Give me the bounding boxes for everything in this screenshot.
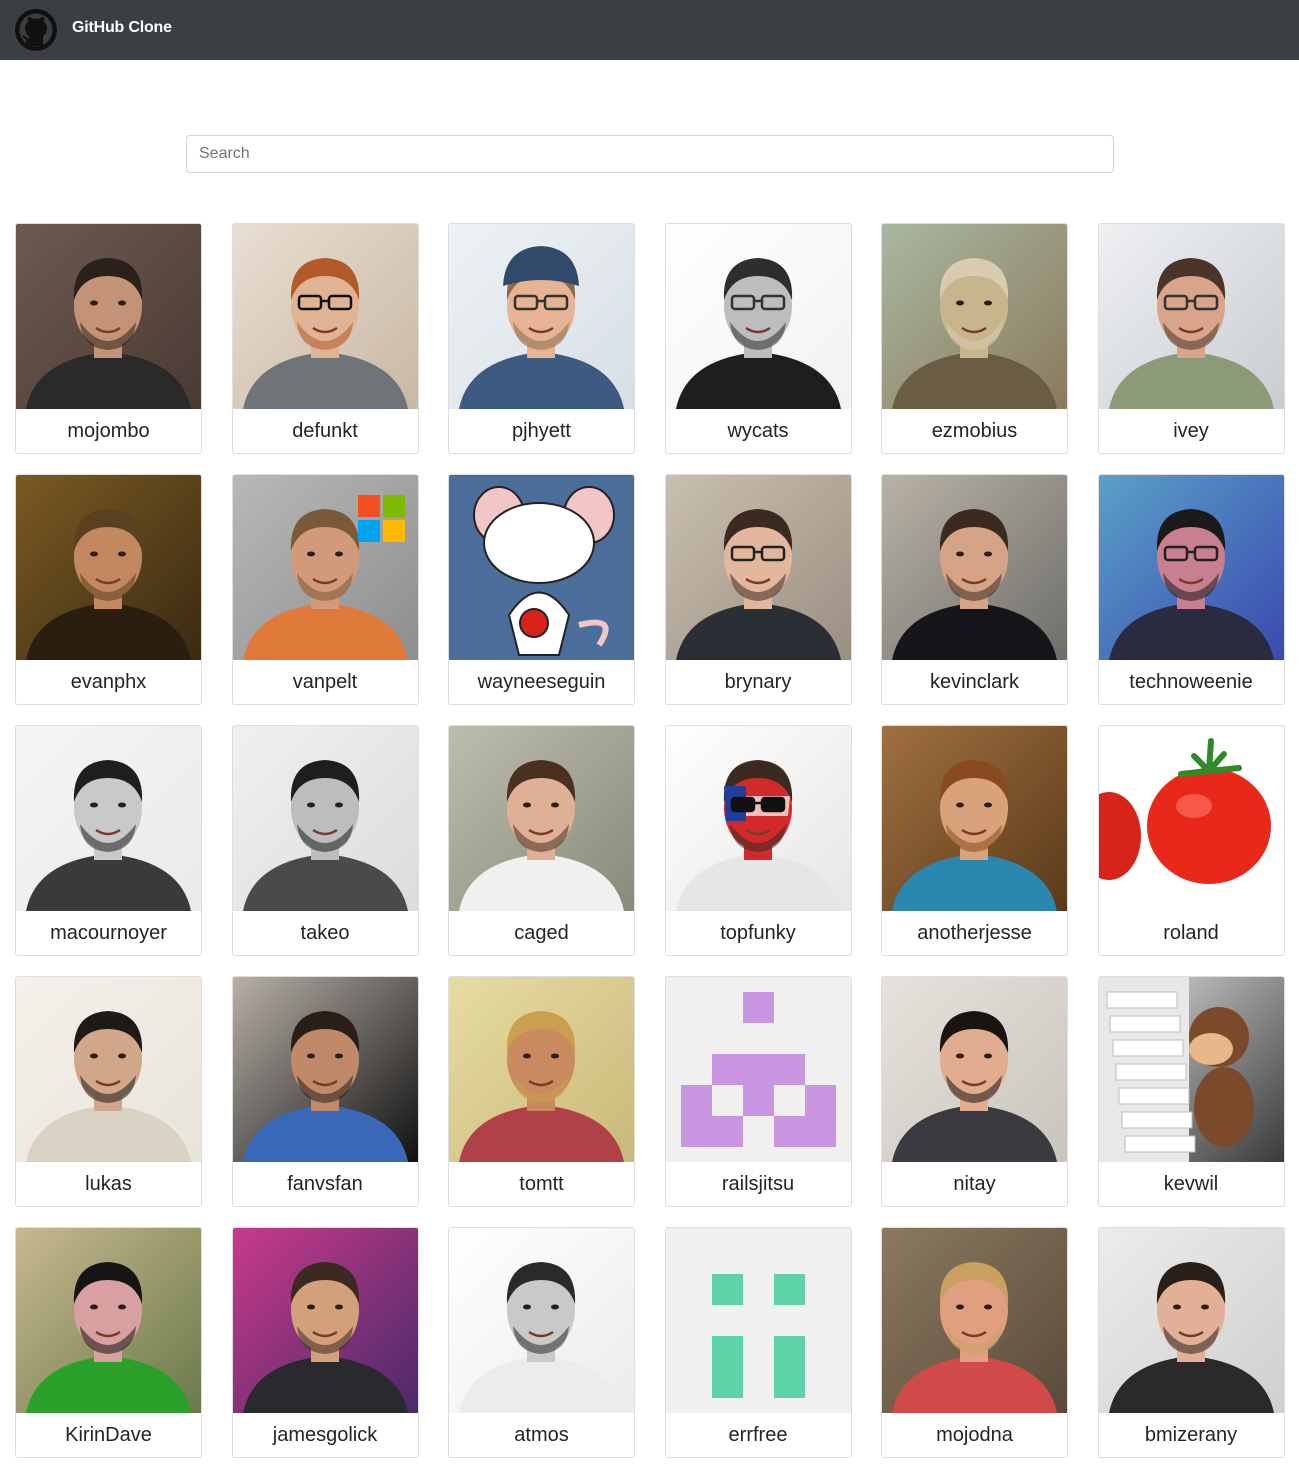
user-card[interactable]: railsjitsu <box>664 976 852 1207</box>
user-avatar[interactable] <box>665 224 851 409</box>
user-card[interactable]: jamesgolick <box>231 1227 419 1458</box>
user-avatar[interactable] <box>232 475 418 660</box>
user-card[interactable]: nitay <box>881 976 1068 1207</box>
user-login[interactable]: tomtt <box>449 1162 634 1206</box>
user-avatar[interactable] <box>882 726 1067 911</box>
user-avatar[interactable] <box>882 475 1067 660</box>
user-avatar[interactable] <box>665 475 851 660</box>
user-card[interactable]: kevinclark <box>881 474 1068 705</box>
user-card[interactable]: defunkt <box>231 223 419 454</box>
user-card[interactable]: vanpelt <box>231 474 419 705</box>
user-avatar[interactable] <box>449 475 634 660</box>
user-card[interactable]: evanphx <box>15 474 202 705</box>
user-avatar[interactable] <box>1098 224 1284 409</box>
user-avatar[interactable] <box>232 1228 418 1413</box>
user-avatar[interactable] <box>232 977 418 1162</box>
user-card[interactable]: tomtt <box>448 976 635 1207</box>
user-avatar[interactable] <box>882 224 1067 409</box>
user-login[interactable]: mojombo <box>16 409 201 453</box>
user-login[interactable]: wycats <box>666 409 851 453</box>
user-avatar[interactable] <box>16 224 201 409</box>
user-login[interactable]: ivey <box>1099 409 1284 453</box>
user-card[interactable]: KirinDave <box>15 1227 202 1458</box>
user-card[interactable]: brynary <box>664 474 852 705</box>
user-login[interactable]: lukas <box>16 1162 201 1206</box>
user-login[interactable]: anotherjesse <box>882 911 1067 955</box>
user-avatar[interactable] <box>449 224 634 409</box>
user-login[interactable]: evanphx <box>16 660 201 704</box>
user-login[interactable]: topfunky <box>666 911 851 955</box>
user-card[interactable]: technoweenie <box>1097 474 1285 705</box>
user-login[interactable]: kevinclark <box>882 660 1067 704</box>
user-avatar[interactable] <box>882 977 1067 1162</box>
user-login[interactable]: caged <box>449 911 634 955</box>
user-card[interactable]: atmos <box>448 1227 635 1458</box>
search-input[interactable] <box>186 135 1114 173</box>
user-card[interactable]: pjhyett <box>448 223 635 454</box>
user-login[interactable]: fanvsfan <box>233 1162 418 1206</box>
user-avatar[interactable] <box>665 977 851 1162</box>
user-card[interactable]: macournoyer <box>15 725 202 956</box>
user-login[interactable]: mojodna <box>882 1413 1067 1457</box>
user-login[interactable]: macournoyer <box>16 911 201 955</box>
user-card[interactable]: ezmobius <box>881 223 1068 454</box>
user-avatar[interactable] <box>1098 726 1284 911</box>
user-login[interactable]: pjhyett <box>449 409 634 453</box>
user-avatar[interactable] <box>1098 475 1284 660</box>
user-card[interactable]: bmizerany <box>1097 1227 1285 1458</box>
user-card[interactable]: fanvsfan <box>231 976 419 1207</box>
user-card[interactable]: wycats <box>664 223 852 454</box>
user-card[interactable]: kevwil <box>1097 976 1285 1207</box>
user-avatar[interactable] <box>232 224 418 409</box>
github-octocat-icon[interactable] <box>15 9 57 51</box>
user-login[interactable]: wayneeseguin <box>449 660 634 704</box>
user-login[interactable]: roland <box>1099 911 1284 955</box>
user-login[interactable]: nitay <box>882 1162 1067 1206</box>
user-card[interactable]: takeo <box>231 725 419 956</box>
user-card[interactable]: anotherjesse <box>881 725 1068 956</box>
user-login[interactable]: ezmobius <box>882 409 1067 453</box>
user-login[interactable]: railsjitsu <box>666 1162 851 1206</box>
user-login[interactable]: defunkt <box>233 409 418 453</box>
user-avatar[interactable] <box>16 475 201 660</box>
user-avatar[interactable] <box>449 1228 634 1413</box>
user-login[interactable]: vanpelt <box>233 660 418 704</box>
user-login[interactable]: atmos <box>449 1413 634 1457</box>
user-login[interactable]: bmizerany <box>1099 1413 1284 1457</box>
user-card[interactable]: ivey <box>1097 223 1285 454</box>
user-login[interactable]: technoweenie <box>1099 660 1284 704</box>
user-card[interactable]: mojodna <box>881 1227 1068 1458</box>
user-login[interactable]: brynary <box>666 660 851 704</box>
user-avatar[interactable] <box>1098 1228 1284 1413</box>
user-login[interactable]: KirinDave <box>16 1413 201 1457</box>
user-avatar[interactable] <box>16 1228 201 1413</box>
top-navbar: GitHub Clone <box>0 0 1299 60</box>
user-card[interactable]: errfree <box>664 1227 852 1458</box>
user-avatar[interactable] <box>449 726 634 911</box>
user-card[interactable]: lukas <box>15 976 202 1207</box>
user-login[interactable]: takeo <box>233 911 418 955</box>
user-avatar[interactable] <box>665 1228 851 1413</box>
user-card[interactable]: mojombo <box>15 223 202 454</box>
user-avatar[interactable] <box>882 1228 1067 1413</box>
user-card[interactable]: topfunky <box>664 725 852 956</box>
user-card[interactable]: wayneeseguin <box>448 474 635 705</box>
user-card[interactable]: caged <box>448 725 635 956</box>
user-login[interactable]: errfree <box>666 1413 851 1457</box>
user-avatar[interactable] <box>16 977 201 1162</box>
app-brand[interactable]: GitHub Clone <box>72 19 172 37</box>
user-login[interactable]: jamesgolick <box>233 1413 418 1457</box>
user-avatar[interactable] <box>232 726 418 911</box>
user-avatar[interactable] <box>449 977 634 1162</box>
user-avatar[interactable] <box>1098 977 1284 1162</box>
user-card[interactable]: roland <box>1097 725 1285 956</box>
user-avatar[interactable] <box>16 726 201 911</box>
user-card-grid: mojombo defunkt pjhyett wycats ezmobius ivey e… <box>15 223 1285 1458</box>
user-login[interactable]: kevwil <box>1099 1162 1284 1206</box>
user-avatar[interactable] <box>665 726 851 911</box>
